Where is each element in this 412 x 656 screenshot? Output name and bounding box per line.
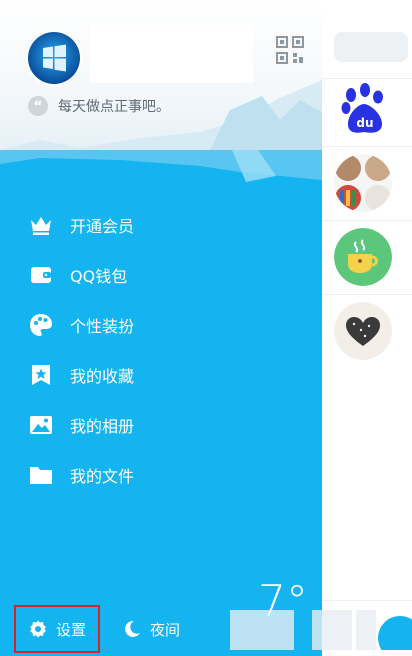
divider [322, 600, 412, 601]
nickname-box[interactable] [90, 25, 253, 83]
menu-item-album[interactable]: 我的相册 [28, 400, 134, 450]
menu-item-files[interactable]: 我的文件 [28, 450, 134, 500]
palette-icon [30, 314, 52, 336]
wallet-icon [31, 267, 51, 283]
menu-item-theme[interactable]: 个性装扮 [28, 300, 134, 350]
divider [322, 78, 412, 79]
menu-label: 我的文件 [70, 467, 135, 486]
menu-item-favorites[interactable]: 我的收藏 [28, 350, 134, 400]
signature-row[interactable]: “ 每天做点正事吧。 [28, 96, 170, 116]
settings-label: 设置 [55, 620, 86, 639]
coffee-avatar-image [334, 228, 392, 286]
blurred-area [356, 610, 376, 650]
divider [322, 294, 412, 295]
conversation-avatar-group[interactable] [334, 154, 392, 212]
user-avatar[interactable] [28, 32, 80, 84]
blurred-area [230, 610, 294, 650]
drawer-menu: 开通会员 QQ钱包 个性装扮 我的收藏 我的相册 我的文件 [28, 200, 134, 500]
menu-label: QQ钱包 [70, 267, 128, 286]
menu-item-vip[interactable]: 开通会员 [28, 200, 134, 250]
menu-item-wallet[interactable]: QQ钱包 [28, 250, 134, 300]
night-mode-button[interactable]: 夜间 [122, 605, 180, 653]
crown-icon [31, 217, 51, 235]
blurred-area [312, 610, 352, 650]
search-bar[interactable] [334, 32, 408, 62]
group-avatar-image [334, 154, 392, 212]
menu-label: 开通会员 [70, 217, 135, 236]
conversation-avatar-coffee[interactable] [334, 228, 392, 286]
conversation-avatar-baidu[interactable]: du [334, 80, 392, 138]
heart-avatar-image [334, 302, 392, 360]
conversation-list-peek: du [322, 0, 412, 656]
menu-label: 我的相册 [70, 417, 135, 436]
photo-album-icon [30, 416, 52, 434]
baidu-logo: du [334, 80, 392, 138]
conversation-avatar-heart[interactable] [334, 302, 392, 360]
star-bookmark-icon [32, 365, 50, 385]
side-drawer: “ 每天做点正事吧。 开通会员 QQ钱包 个性装扮 我的收藏 我的相册 我的文件… [0, 0, 322, 656]
divider [322, 220, 412, 221]
floating-action-button[interactable] [374, 612, 412, 650]
folder-icon [30, 467, 52, 484]
qr-code-icon[interactable] [276, 36, 304, 64]
moon-icon [125, 620, 140, 637]
settings-button[interactable]: 设置 [14, 605, 100, 653]
svg-text:du: du [356, 116, 373, 130]
night-label: 夜间 [150, 620, 181, 639]
quote-icon: “ [28, 96, 48, 116]
menu-label: 我的收藏 [70, 367, 135, 386]
gear-icon [29, 620, 46, 638]
menu-label: 个性装扮 [70, 317, 135, 336]
divider [322, 146, 412, 147]
signature-text: 每天做点正事吧。 [58, 99, 170, 115]
